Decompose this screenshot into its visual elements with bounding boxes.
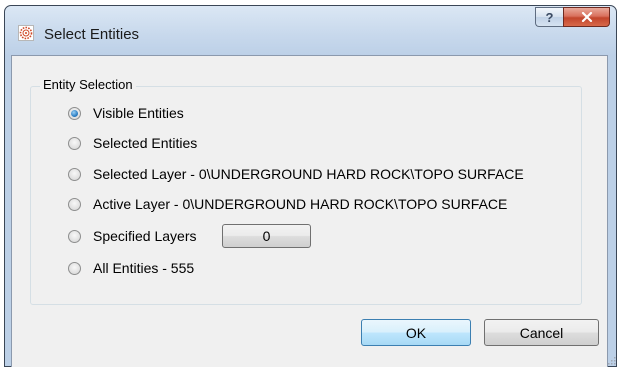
ok-button[interactable]: OK (361, 319, 471, 346)
radio-selected-entities[interactable] (68, 136, 81, 150)
radio-selected-layer[interactable] (68, 167, 81, 181)
option-selected-layer[interactable]: Selected Layer - 0\UNDERGROUND HARD ROCK… (68, 165, 524, 183)
radio-specified-layers[interactable] (68, 229, 81, 243)
group-legend: Entity Selection (40, 77, 136, 92)
option-selected-entities[interactable]: Selected Entities (68, 134, 197, 152)
option-label: Specified Layers (93, 228, 197, 244)
option-label: Active Layer - 0\UNDERGROUND HARD ROCK\T… (93, 196, 508, 212)
resize-grip-icon[interactable] (606, 355, 616, 365)
help-button[interactable]: ? (535, 7, 563, 27)
option-label: Selected Entities (93, 135, 198, 151)
cancel-button[interactable]: Cancel (484, 319, 599, 346)
option-visible-entities[interactable]: Visible Entities (68, 104, 184, 122)
help-icon: ? (545, 9, 554, 25)
close-icon (581, 12, 592, 22)
option-label: All Entities - 555 (93, 260, 195, 276)
option-active-layer[interactable]: Active Layer - 0\UNDERGROUND HARD ROCK\T… (68, 195, 507, 213)
option-specified-layers[interactable]: Specified Layers (68, 227, 197, 245)
option-label: Visible Entities (93, 105, 184, 121)
close-button[interactable] (563, 7, 610, 27)
title-bar[interactable]: Select Entities ? (5, 6, 616, 56)
radio-visible-entities[interactable] (68, 106, 81, 120)
window-title: Select Entities (44, 26, 140, 43)
specified-layers-button[interactable]: 0 (222, 224, 311, 248)
app-gear-icon (18, 25, 34, 41)
caption-buttons: ? (535, 7, 610, 27)
radio-active-layer[interactable] (68, 197, 81, 211)
option-all-entities[interactable]: All Entities - 555 (68, 259, 194, 277)
option-label: Selected Layer - 0\UNDERGROUND HARD ROCK… (93, 166, 524, 182)
radio-all-entities[interactable] (68, 261, 81, 275)
